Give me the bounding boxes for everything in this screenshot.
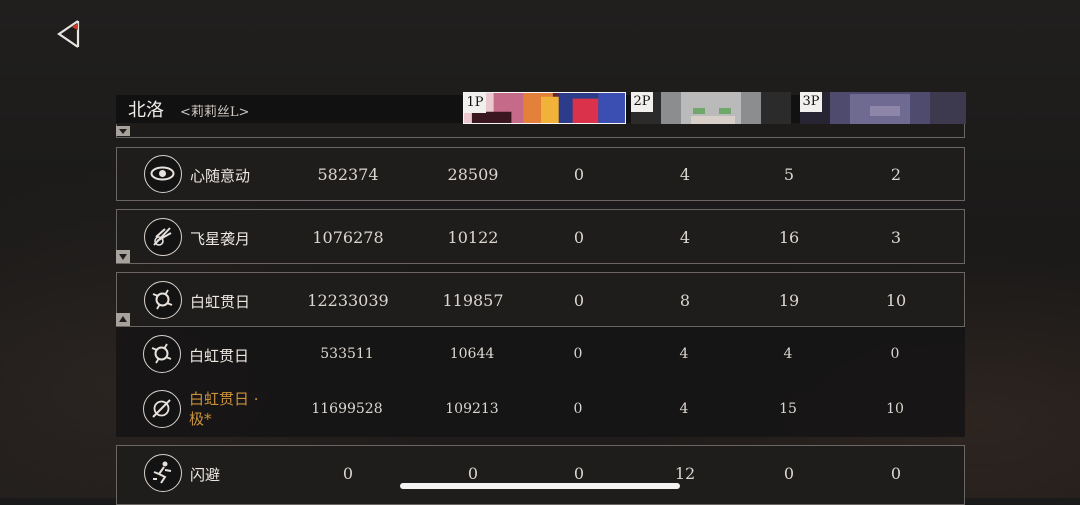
star-slash-icon [144, 218, 182, 256]
stat-value: 10644 [449, 346, 495, 362]
character-name: 北洛 [128, 100, 164, 121]
stat-value: 0 [467, 464, 479, 483]
stat-value: 4 [679, 401, 689, 417]
expand-toggle[interactable] [116, 250, 130, 263]
stat-value: 3 [890, 228, 902, 247]
stat-value: 5 [783, 165, 795, 184]
collapsed-row-bottom [116, 124, 965, 138]
rainbow-sun-icon [143, 335, 181, 373]
player-tag: 3P [800, 92, 822, 112]
character-subtitle: <莉莉丝L> [180, 105, 250, 120]
stat-value: 0 [890, 346, 900, 362]
stat-value: 0 [573, 346, 583, 362]
stat-value: 0 [573, 291, 585, 310]
rainbow-sun-icon [144, 281, 182, 319]
skill-name: 飞星袭月 [190, 230, 251, 248]
stat-value: 4 [679, 346, 689, 362]
stat-value: 8 [679, 291, 691, 310]
player-2-portrait[interactable]: 2P [631, 92, 791, 124]
character-portrait-image [800, 92, 966, 124]
stat-value: 0 [573, 464, 585, 483]
triangle-down-icon [119, 254, 127, 260]
stat-value: 582374 [317, 165, 379, 184]
stat-value: 533511 [320, 346, 374, 362]
stat-value: 0 [573, 165, 585, 184]
skill-row[interactable]: 白虹贯日 12233039 119857 0 8 19 10 [116, 272, 965, 327]
rainbow-slash-icon [143, 390, 181, 428]
stat-value: 4 [679, 165, 691, 184]
dodge-icon [144, 454, 182, 492]
expanded-sub-rows: 白虹贯日 533511 10644 0 4 4 0 白虹贯日 · 极* 1169… [116, 327, 965, 437]
stat-value: 2 [890, 165, 902, 184]
back-arrow-icon [57, 20, 80, 48]
character-portrait-image [631, 92, 791, 124]
skill-row[interactable]: 闪避 0 0 0 12 0 0 [116, 445, 965, 505]
player-1-portrait[interactable]: 1P [463, 92, 626, 124]
player-tag: 1P [464, 93, 486, 113]
stat-value: 10 [886, 401, 904, 417]
back-button[interactable] [54, 18, 90, 52]
eye-icon [144, 155, 182, 193]
stat-value: 0 [573, 401, 583, 417]
stat-value: 1076278 [312, 228, 384, 247]
player-3-portrait[interactable]: 3P [800, 92, 966, 124]
skill-name-line-2: 极* [189, 410, 212, 428]
player-tag: 2P [631, 92, 653, 112]
skill-row[interactable]: 飞星袭月 1076278 10122 0 4 16 3 [116, 209, 965, 264]
triangle-down-icon [119, 129, 127, 134]
stat-value: 119857 [442, 291, 504, 310]
skill-name: 白虹贯日 [190, 293, 251, 311]
home-indicator[interactable] [400, 483, 680, 489]
stat-value: 28509 [447, 165, 499, 184]
collapse-toggle[interactable] [116, 126, 130, 136]
stat-value: 0 [573, 228, 585, 247]
stat-value: 15 [779, 401, 797, 417]
skill-row[interactable]: 心随意动 582374 28509 0 4 5 2 [116, 147, 965, 201]
collapse-toggle[interactable] [116, 313, 130, 326]
stat-value: 10122 [447, 228, 499, 247]
sub-row[interactable]: 白虹贯日 · 极* 11699528 109213 0 4 15 10 [116, 383, 965, 437]
stat-value: 4 [679, 228, 691, 247]
skill-name: 心随意动 [190, 167, 251, 185]
skill-name: 白虹贯日 [189, 347, 250, 365]
stat-value: 19 [778, 291, 800, 310]
stat-value: 11699528 [311, 401, 383, 417]
skill-name: 闪避 [190, 466, 221, 484]
stat-value: 0 [783, 464, 795, 483]
triangle-up-icon [119, 316, 127, 322]
stat-value: 4 [783, 346, 793, 362]
stat-value: 0 [890, 464, 902, 483]
stat-value: 16 [778, 228, 800, 247]
sub-row[interactable]: 白虹贯日 533511 10644 0 4 4 0 [116, 327, 965, 381]
stat-value: 12233039 [307, 291, 389, 310]
stat-value: 109213 [445, 401, 499, 417]
stat-value: 0 [342, 464, 354, 483]
skill-name-line-1: 白虹贯日 · [189, 390, 259, 408]
stat-value: 12 [674, 464, 696, 483]
stat-value: 10 [885, 291, 907, 310]
character-portrait-image [464, 93, 625, 123]
